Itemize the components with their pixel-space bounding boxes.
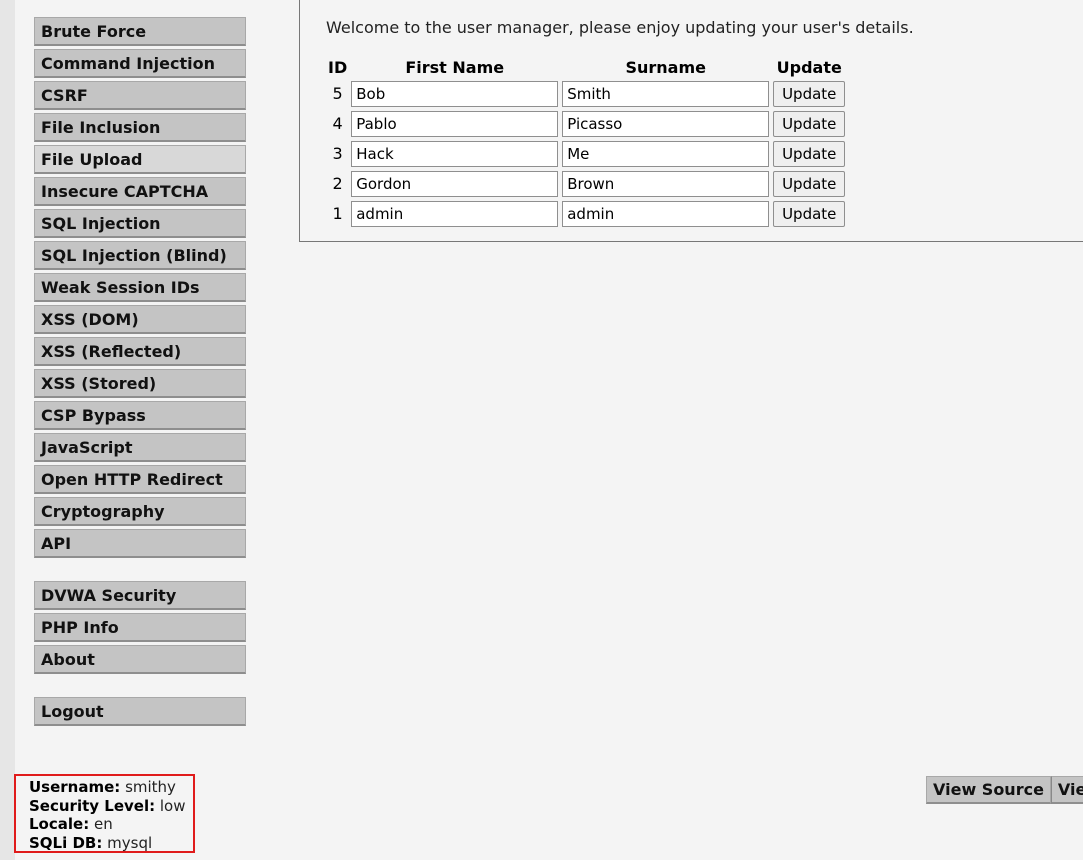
menu-item-cryptography[interactable]: Cryptography [34,497,246,526]
update-cell: Update [773,110,846,137]
menu-item-about[interactable]: About [34,645,246,674]
menu-item-file-upload[interactable]: File Upload [34,145,246,174]
surname-input[interactable] [562,200,770,227]
user-id: 1 [332,204,343,223]
first-name-input[interactable] [351,170,559,197]
menu-item-csp-bypass[interactable]: CSP Bypass [34,401,246,430]
menu-group-logout: Logout [34,697,246,726]
surname-input[interactable] [562,80,770,107]
locale-value: en [93,815,113,833]
surname-input[interactable] [562,140,770,167]
menu-item-sql-injection-blind[interactable]: SQL Injection (Blind) [34,241,246,270]
sqli-db-value: mysql [107,833,153,852]
surname-cell [562,140,770,167]
main-menu: Brute Force Command Injection CSRF File Inc… [34,17,246,729]
first-name-cell [351,200,559,227]
table-row: 2 Update [328,170,846,197]
update-cell: Update [773,140,846,167]
user-info-box: Username: smithy Security Level: low Loc… [14,774,195,853]
table-row: 5 Update [328,80,846,107]
header-surname: Surname [625,57,706,77]
update-cell: Update [773,80,846,107]
menu-group-vulnerabilities: Brute Force Command Injection CSRF File Inc… [34,17,246,558]
user-id: 5 [332,84,343,103]
menu-item-javascript[interactable]: JavaScript [34,433,246,462]
menu-item-php-info[interactable]: PHP Info [34,613,246,642]
table-header-row: ID First Name Surname Update [328,57,845,77]
security-level-value: low [159,796,186,815]
first-name-cell [351,110,559,137]
surname-cell [562,170,770,197]
menu-item-command-injection[interactable]: Command Injection [34,49,246,78]
user-id: 4 [332,114,343,133]
surname-cell [562,80,770,107]
view-help-button[interactable]: View [1050,776,1083,804]
user-table: ID First Name Surname Update 5 Update 4 Upd… [324,54,849,230]
left-edge-strip [0,0,15,860]
menu-item-open-http-redirect[interactable]: Open HTTP Redirect [34,465,246,494]
update-button[interactable]: Update [773,80,846,107]
user-id: 2 [332,174,343,193]
first-name-cell [351,170,559,197]
menu-item-dvwa-security[interactable]: DVWA Security [34,581,246,610]
view-source-button[interactable]: View Source [926,776,1051,804]
source-buttons: View Source View [926,776,1083,804]
menu-item-insecure-captcha[interactable]: Insecure CAPTCHA [34,177,246,206]
first-name-input[interactable] [351,140,559,167]
menu-item-file-inclusion[interactable]: File Inclusion [34,113,246,142]
first-name-cell [351,80,559,107]
security-level-line: Security Level: low [29,797,193,816]
table-row: 1 Update [328,200,846,227]
header-first-name: First Name [405,57,505,77]
header-id: ID [328,57,348,77]
first-name-input[interactable] [351,80,559,107]
sqli-db-line: SQLi DB: mysql [29,834,193,853]
security-level-label: Security Level: [29,796,156,815]
table-row: 4 Update [328,110,846,137]
update-button[interactable]: Update [773,170,846,197]
update-button[interactable]: Update [773,110,846,137]
menu-item-sql-injection[interactable]: SQL Injection [34,209,246,238]
first-name-input[interactable] [351,110,559,137]
menu-item-csrf[interactable]: CSRF [34,81,246,110]
username-line: Username: smithy [29,778,193,797]
username-label: Username: [29,778,121,796]
menu-group-settings: DVWA Security PHP Info About [34,581,246,674]
update-button[interactable]: Update [773,200,846,227]
locale-line: Locale: en [29,815,193,834]
menu-item-weak-session-ids[interactable]: Weak Session IDs [34,273,246,302]
menu-item-logout[interactable]: Logout [34,697,246,726]
menu-item-api[interactable]: API [34,529,246,558]
surname-cell [562,110,770,137]
update-cell: Update [773,200,846,227]
user-id: 3 [332,144,343,163]
menu-item-xss-dom[interactable]: XSS (DOM) [34,305,246,334]
update-button[interactable]: Update [773,140,846,167]
menu-item-brute-force[interactable]: Brute Force [34,17,246,46]
first-name-input[interactable] [351,200,559,227]
surname-input[interactable] [562,170,770,197]
first-name-cell [351,140,559,167]
update-cell: Update [773,170,846,197]
locale-label: Locale: [29,815,90,833]
header-update: Update [776,57,842,77]
user-table-body: 5 Update 4 Update 3 Update 2 Update 1 Update [328,80,846,227]
sqli-db-label: SQLi DB: [29,833,103,852]
main-content-panel: Welcome to the user manager, please enjo… [299,0,1083,242]
surname-input[interactable] [562,110,770,137]
username-value: smithy [125,778,176,796]
welcome-text: Welcome to the user manager, please enjo… [326,18,914,37]
menu-item-xss-reflected[interactable]: XSS (Reflected) [34,337,246,366]
surname-cell [562,200,770,227]
table-row: 3 Update [328,140,846,167]
menu-item-xss-stored[interactable]: XSS (Stored) [34,369,246,398]
